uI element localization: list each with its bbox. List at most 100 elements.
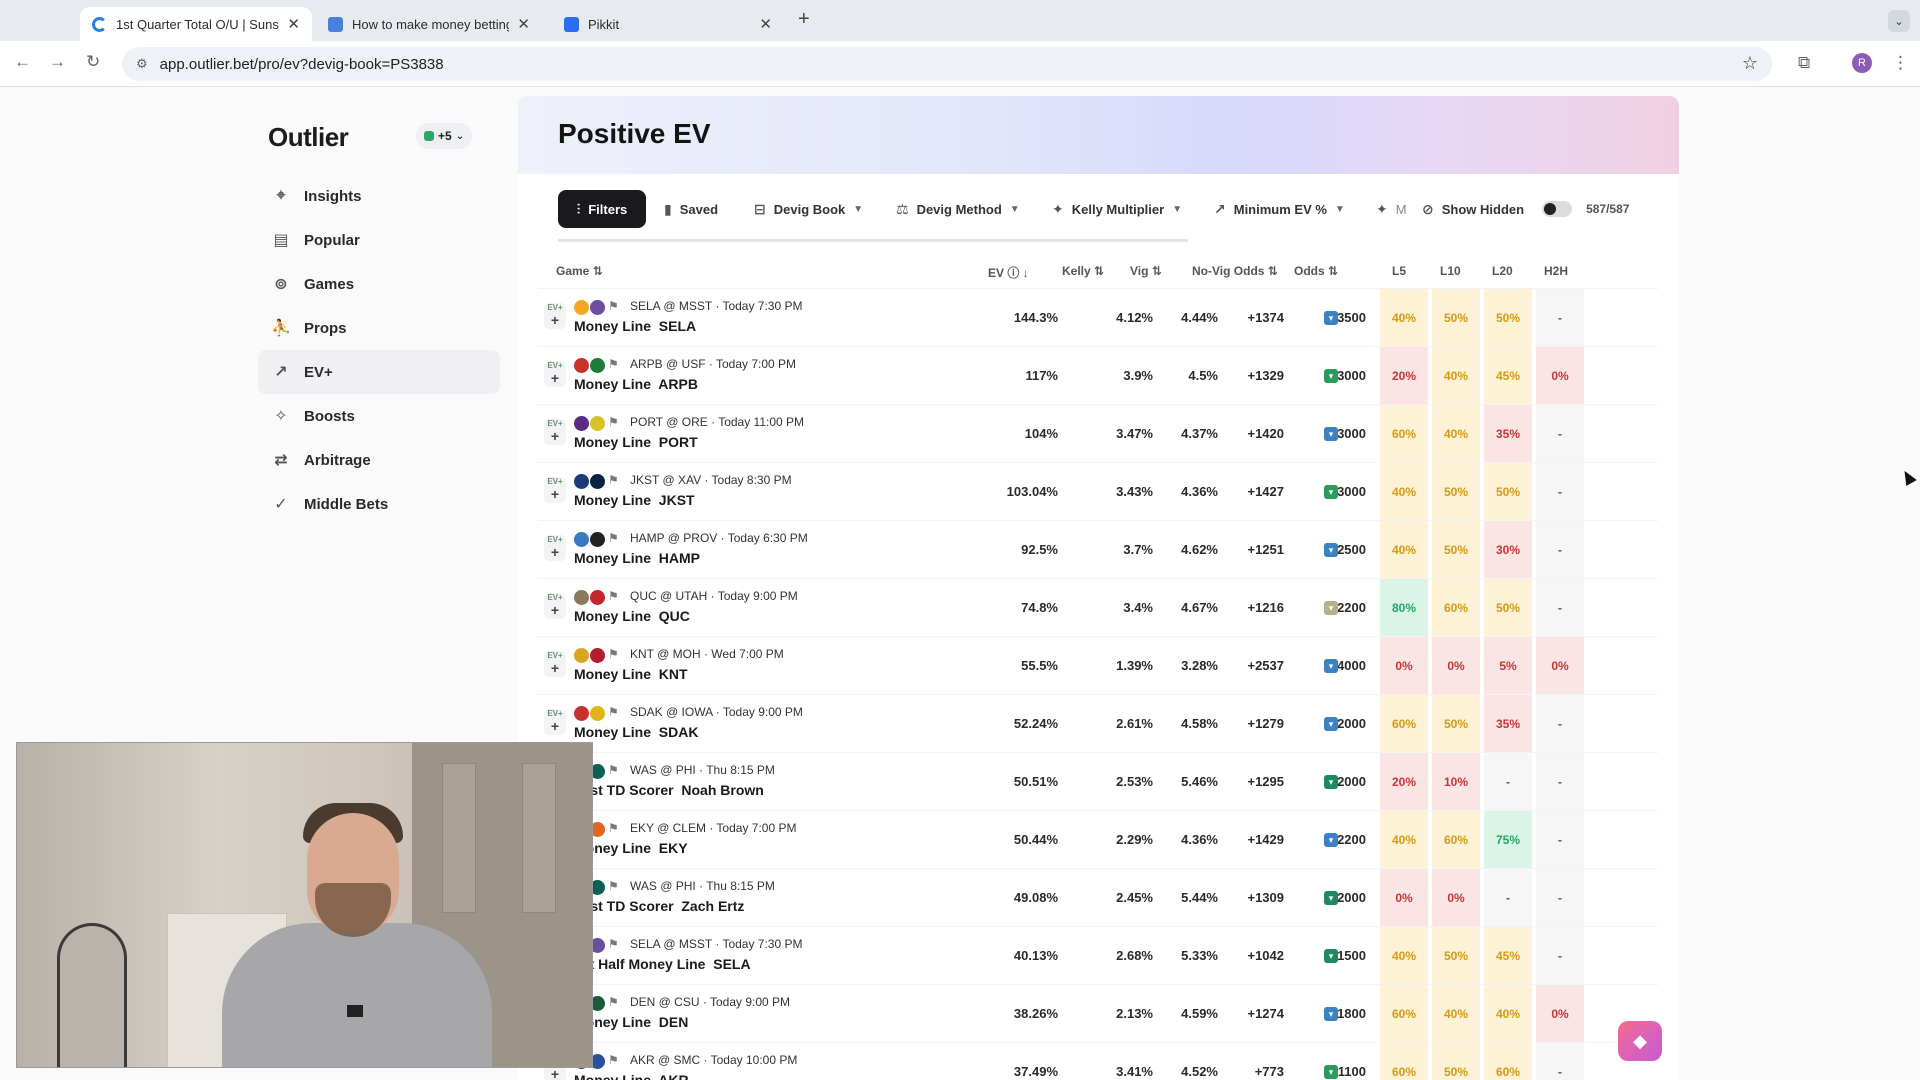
address-bar[interactable]: ⚙ app.outlier.bet/pro/ev?devig-book=PS38… [122,47,1772,81]
cell-kelly: 1.39% [1116,658,1153,673]
forward-arrow-icon[interactable]: → [49,52,66,72]
table-row[interactable]: EV+ + ⚑ JKST @ XAV · Today 8:30 PM Money Lin… [538,462,1658,521]
devig-method-dropdown[interactable]: ⚖ Devig Method ▼ [896,190,1020,228]
cell-novig: +1279 [1247,716,1284,731]
table-row[interactable]: EV++⚑DEN @ CSU · Today 9:00 PMMoney Line… [538,984,1658,1043]
close-icon[interactable]: ✕ [517,15,530,33]
profile-avatar[interactable]: R [1852,53,1872,73]
browser-tab[interactable]: Pikkit ✕ [552,7,784,41]
game-matchup[interactable]: WAS @ PHI · Thu 8:15 PM [630,763,775,777]
shirt-logo [347,1005,363,1017]
close-icon[interactable]: ✕ [287,15,300,33]
horizontal-scrollbar[interactable] [558,239,1188,242]
chevron-down-icon[interactable]: ⌄ [1888,10,1910,32]
reload-icon[interactable]: ↻ [86,52,100,72]
column-l10[interactable]: L10 [1440,264,1461,278]
column-l20[interactable]: L20 [1492,264,1513,278]
column-kelly[interactable]: Kelly ⇅ [1062,264,1104,278]
add-bet-button[interactable]: EV++ [544,303,566,329]
column-h2h[interactable]: H2H [1544,264,1568,278]
cell-l10: 50% [1432,289,1480,347]
sidebar-item-boosts[interactable]: ✧ Boosts [258,394,500,438]
add-bet-button[interactable]: EV++ [544,361,566,387]
saved-button[interactable]: ▮ Saved [664,190,718,228]
sparkle-icon: ✦ [1052,200,1064,217]
game-matchup[interactable]: DEN @ CSU · Today 9:00 PM [630,995,790,1009]
show-hidden-toggle[interactable]: ⊘ Show Hidden 587/587 [1422,190,1629,228]
add-bet-button[interactable]: EV++ [544,651,566,677]
table-row[interactable]: +⚑WAS @ PHI · Thu 8:15 PMLast TD Scorer … [538,752,1658,811]
team-logo-icon [590,300,605,315]
sidebar-item-props[interactable]: ⛹ Props [258,306,500,350]
cell-l5: 20% [1380,347,1428,405]
table-row[interactable]: EV++⚑SELA @ MSST · Today 7:30 PM1st Half… [538,926,1658,985]
sidebar-item-ev[interactable]: ↗ EV+ [258,350,500,394]
site-settings-icon[interactable]: ⚙ [136,56,148,72]
sportsbook-icon: ▾ [1324,485,1338,499]
close-icon[interactable]: ✕ [759,15,772,33]
feedback-fab-button[interactable]: ◆ [1618,1021,1662,1061]
sport-icon: ⚑ [608,415,619,429]
filters-button[interactable]: ⫶ Filters [558,190,646,228]
game-matchup[interactable]: QUC @ UTAH · Today 9:00 PM [630,589,798,603]
devig-book-dropdown[interactable]: ⊟ Devig Book ▼ [754,190,863,228]
column-l5[interactable]: L5 [1392,264,1406,278]
cell-l20: 45% [1484,927,1532,985]
sidebar-item-middle-bets[interactable]: ✓ Middle Bets [258,482,500,526]
table-row[interactable]: EV++⚑EKY @ CLEM · Today 7:00 PMMoney Lin… [538,810,1658,869]
table-row[interactable]: EV+ + ⚑ PORT @ ORE · Today 11:00 PM Money Li… [538,404,1658,463]
sidebar-item-arbitrage[interactable]: ⇄ Arbitrage [258,438,500,482]
table-row[interactable]: +⚑WAS @ PHI · Thu 8:15 PMLast TD Scorer … [538,868,1658,927]
table-row[interactable]: EV+ + ⚑ HAMP @ PROV · Today 6:30 PM Money Li… [538,520,1658,579]
game-matchup[interactable]: PORT @ ORE · Today 11:00 PM [630,415,804,429]
table-row[interactable]: EV+ + ⚑ QUC @ UTAH · Today 9:00 PM Money Lin… [538,578,1658,637]
chevron-down-icon: ▼ [853,203,864,215]
game-matchup[interactable]: SELA @ MSST · Today 7:30 PM [630,299,802,313]
table-row[interactable]: EV+ + ⚑ SDAK @ IOWA · Today 9:00 PM Money Li… [538,694,1658,753]
cell-h2h: - [1536,405,1584,463]
column-vig[interactable]: Vig ⇅ [1130,264,1162,278]
bookmark-star-icon[interactable]: ☆ [1742,53,1758,74]
table-row[interactable]: EV+ + ⚑ ARPB @ USF · Today 7:00 PM Money Lin… [538,346,1658,405]
back-arrow-icon[interactable]: ← [14,52,31,72]
more-menu-icon[interactable]: ⋮ [1892,53,1909,73]
game-matchup[interactable]: JKST @ XAV · Today 8:30 PM [630,473,792,487]
column-odds[interactable]: Odds ⇅ [1294,264,1338,278]
sportsbooks-selector[interactable]: +5 ⌄ [416,123,473,149]
game-matchup[interactable]: SDAK @ IOWA · Today 9:00 PM [630,705,803,719]
column-novig-odds[interactable]: No-Vig Odds ⇅ [1192,264,1278,278]
rocket-icon: ✧ [274,408,288,425]
game-matchup[interactable]: KNT @ MOH · Wed 7:00 PM [630,647,784,661]
column-game[interactable]: Game ⇅ [556,264,603,278]
sidebar-item-insights[interactable]: ⌖ Insights [258,174,500,218]
table-row[interactable]: EV++⚑AKR @ SMC · Today 10:00 PMMoney Lin… [538,1042,1658,1080]
outlier-logo[interactable]: Outlier [268,122,349,153]
toggle-switch[interactable] [1542,201,1573,217]
add-bet-button[interactable]: EV++ [544,419,566,445]
game-matchup[interactable]: ARPB @ USF · Today 7:00 PM [630,357,796,371]
add-bet-button[interactable]: EV++ [544,477,566,503]
bet-market: Money Line QUC [574,608,690,624]
new-tab-icon[interactable]: + [798,8,810,31]
add-bet-button[interactable]: EV++ [544,535,566,561]
minimum-ev-dropdown[interactable]: ↗ Minimum EV % ▼ [1214,190,1345,228]
cell-vig: 4.36% [1181,484,1218,499]
game-matchup[interactable]: WAS @ PHI · Thu 8:15 PM [630,879,775,893]
sidebar-item-games[interactable]: ⊚ Games [258,262,500,306]
game-matchup[interactable]: HAMP @ PROV · Today 6:30 PM [630,531,808,545]
cell-vig: 4.5% [1188,368,1218,383]
game-matchup[interactable]: EKY @ CLEM · Today 7:00 PM [630,821,796,835]
extensions-icon[interactable]: ⧉ [1798,53,1810,73]
add-bet-button[interactable]: EV++ [544,593,566,619]
table-row[interactable]: EV+ + ⚑ KNT @ MOH · Wed 7:00 PM Money Line K… [538,636,1658,695]
add-bet-button[interactable]: EV++ [544,709,566,735]
table-row[interactable]: EV+ + ⚑ SELA @ MSST · Today 7:30 PM Money Li… [538,288,1658,347]
browser-tab-active[interactable]: 1st Quarter Total O/U | Suns ✕ [80,7,312,41]
game-matchup[interactable]: AKR @ SMC · Today 10:00 PM [630,1053,797,1067]
kelly-multiplier-dropdown[interactable]: ✦ Kelly Multiplier ▼ [1052,190,1182,228]
game-matchup[interactable]: SELA @ MSST · Today 7:30 PM [630,937,802,951]
sidebar-item-popular[interactable]: ▤ Popular [258,218,500,262]
more-filter-dropdown[interactable]: ✦ M [1376,190,1407,228]
browser-tab[interactable]: How to make money betting ✕ [316,7,542,41]
column-ev[interactable]: EV ⓘ ↓ [988,264,1029,281]
